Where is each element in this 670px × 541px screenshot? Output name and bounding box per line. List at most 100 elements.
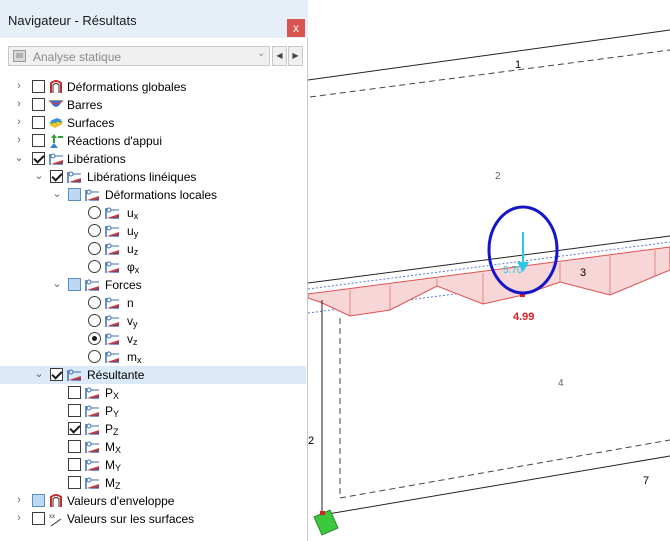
- slab-inner-top: [309, 49, 670, 98]
- close-button[interactable]: x: [287, 19, 305, 37]
- tree-checkbox[interactable]: [68, 440, 81, 453]
- tree-checkbox[interactable]: [50, 368, 63, 381]
- line-label-2: 2: [308, 435, 314, 447]
- tree-checkbox[interactable]: [32, 98, 45, 111]
- result-radio[interactable]: [88, 260, 101, 273]
- chevron-right-icon[interactable]: ›: [14, 494, 24, 506]
- tree-item[interactable]: PY: [0, 402, 306, 420]
- tree-checkbox[interactable]: [68, 422, 81, 435]
- support-reactions-icon: [48, 133, 64, 149]
- tree-item-label: Libérations: [67, 152, 126, 166]
- tree-item[interactable]: ⌄ Libérations: [0, 150, 306, 168]
- previous-button[interactable]: ◀: [272, 46, 287, 66]
- tree-item[interactable]: ⌄ Libérations linéiques: [0, 168, 306, 186]
- line-release-icon: [104, 205, 120, 221]
- tree-item[interactable]: PZ: [0, 420, 306, 438]
- surface-values-icon: xx: [48, 511, 64, 527]
- tree-checkbox[interactable]: [50, 170, 63, 183]
- window-title: Navigateur - Résultats: [8, 13, 137, 28]
- tree-checkbox[interactable]: [32, 80, 45, 93]
- chevron-right-icon[interactable]: ›: [14, 98, 24, 110]
- result-radio[interactable]: [88, 314, 101, 327]
- tree-item[interactable]: › Surfaces: [0, 114, 306, 132]
- result-value-label: 4.99: [513, 311, 534, 323]
- line-release-icon: [104, 259, 120, 275]
- chevron-right-icon[interactable]: ›: [14, 512, 24, 524]
- load-case-select[interactable]: Analyse statique ⌄: [8, 46, 270, 66]
- tree-item-label: Libérations linéiques: [87, 170, 197, 184]
- tree-item[interactable]: ⌄ Forces: [0, 276, 306, 294]
- tree-item-label: ux: [127, 206, 139, 221]
- tree-checkbox[interactable]: [68, 278, 81, 291]
- bottom-edge: [321, 455, 670, 516]
- chevron-down-icon[interactable]: ⌄: [34, 368, 44, 380]
- line-release-icon: [84, 421, 100, 437]
- tree-item-label: Barres: [67, 98, 103, 112]
- tree-item[interactable]: vy: [0, 312, 306, 330]
- tree-item[interactable]: › Déformations globales: [0, 78, 306, 96]
- load-case-value: Analyse statique: [33, 50, 122, 64]
- tree-item[interactable]: › Réactions d'appui: [0, 132, 306, 150]
- tree-checkbox[interactable]: [68, 188, 81, 201]
- next-button[interactable]: ▶: [288, 46, 303, 66]
- bottom-inner-edge: [339, 439, 670, 499]
- result-radio[interactable]: [88, 350, 101, 363]
- chevron-right-icon[interactable]: ›: [14, 134, 24, 146]
- tree-item[interactable]: MX: [0, 438, 306, 456]
- tree-item-label: φx: [127, 260, 140, 275]
- slab-edge-top: [308, 29, 670, 81]
- tree-checkbox[interactable]: [32, 116, 45, 129]
- tree-item-label: Valeurs d'enveloppe: [67, 494, 175, 508]
- tree-item[interactable]: › Barres: [0, 96, 306, 114]
- tree-item[interactable]: uz: [0, 240, 306, 258]
- line-label-7: 7: [643, 475, 649, 487]
- tree-item-label: Forces: [105, 278, 142, 292]
- result-radio[interactable]: [88, 206, 101, 219]
- tree-checkbox[interactable]: [68, 476, 81, 489]
- tree-item-label: Résultante: [87, 368, 145, 382]
- tree-checkbox[interactable]: [32, 134, 45, 147]
- tree-checkbox[interactable]: [32, 512, 45, 525]
- tree-item[interactable]: vz: [0, 330, 306, 348]
- members-icon: [48, 97, 64, 113]
- result-radio[interactable]: [88, 332, 101, 345]
- result-radio[interactable]: [88, 224, 101, 237]
- tree-item[interactable]: n: [0, 294, 306, 312]
- tree-item-label: uz: [127, 242, 139, 257]
- tree-item[interactable]: ux: [0, 204, 306, 222]
- line-release-icon: [104, 295, 120, 311]
- tree-item-label: Réactions d'appui: [67, 134, 163, 148]
- result-radio[interactable]: [88, 242, 101, 255]
- chevron-right-icon[interactable]: ›: [14, 116, 24, 128]
- tree-checkbox[interactable]: [68, 386, 81, 399]
- tree-checkbox[interactable]: [32, 152, 45, 165]
- tree-item-label: Surfaces: [67, 116, 115, 130]
- chevron-down-icon[interactable]: ⌄: [257, 48, 265, 59]
- chevron-down-icon[interactable]: ⌄: [14, 152, 24, 164]
- line-release-icon: [104, 349, 120, 365]
- chevron-down-icon[interactable]: ⌄: [52, 188, 62, 200]
- tree-item[interactable]: › xx Valeurs sur les surfaces: [0, 510, 306, 528]
- tree-item[interactable]: › Valeurs d'enveloppe: [0, 492, 306, 510]
- tree-checkbox[interactable]: [68, 404, 81, 417]
- chevron-down-icon[interactable]: ⌄: [34, 170, 44, 182]
- model-viewport[interactable]: 4.99 5.70 1 2 3 4 7 2: [308, 0, 670, 541]
- tree-item[interactable]: MY: [0, 456, 306, 474]
- tree-item[interactable]: φx: [0, 258, 306, 276]
- chevron-right-icon[interactable]: ›: [14, 80, 24, 92]
- tree-checkbox[interactable]: [32, 494, 45, 507]
- chevron-down-icon[interactable]: ⌄: [52, 278, 62, 290]
- tree-item[interactable]: ⌄ Déformations locales: [0, 186, 306, 204]
- line-release-icon: [84, 385, 100, 401]
- tree-item[interactable]: MZ: [0, 474, 306, 492]
- line-release-icon: [84, 475, 100, 491]
- result-radio[interactable]: [88, 296, 101, 309]
- tree-checkbox[interactable]: [68, 458, 81, 471]
- tree-item[interactable]: uy: [0, 222, 306, 240]
- tree-item-label: vy: [127, 314, 138, 329]
- tree-item[interactable]: mx: [0, 348, 306, 366]
- line-release-icon: [104, 241, 120, 257]
- tree-item[interactable]: PX: [0, 384, 306, 402]
- tree-item[interactable]: ⌄ Résultante: [0, 366, 306, 384]
- line-release-icon: [84, 187, 100, 203]
